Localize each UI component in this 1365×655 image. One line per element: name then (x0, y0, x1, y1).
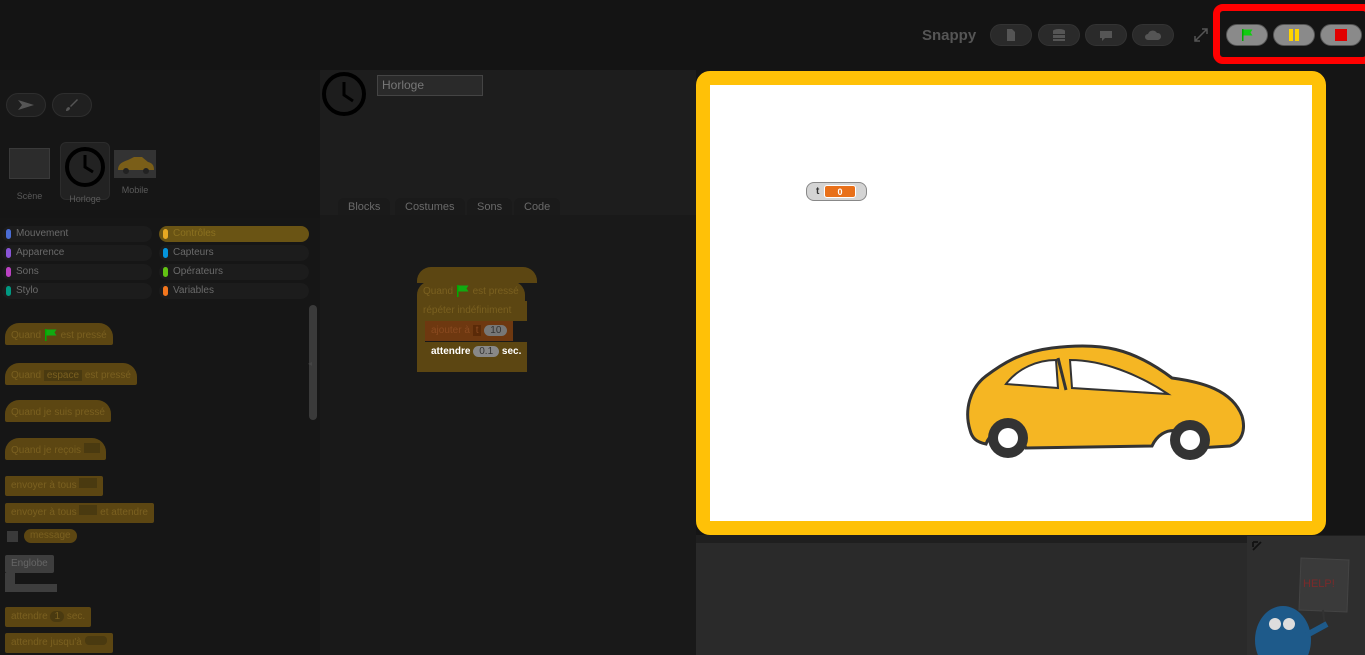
message-dropdown[interactable] (83, 443, 100, 453)
stop-icon (1335, 29, 1347, 41)
paint-tool-button[interactable] (52, 93, 92, 117)
sprite-name-field[interactable]: Horloge (377, 75, 483, 96)
corral-sprite-label: Mobile (121, 185, 149, 195)
help-mascot-icon (1255, 557, 1350, 655)
database-button[interactable] (1038, 24, 1080, 46)
corral-sprite-horloge[interactable]: Horloge (60, 142, 110, 204)
paintbrush-icon (66, 99, 78, 111)
script-block-wait[interactable]: attendre 0.1 sec. (425, 342, 528, 362)
palette-block-broadcast-wait[interactable]: envoyer à tous et attendre (5, 503, 154, 523)
tab-costumes[interactable]: Costumes (395, 198, 465, 216)
palette-block-broadcast[interactable]: envoyer à tous (5, 476, 104, 496)
script-block-when-flag[interactable]: Quand est pressé (417, 281, 525, 303)
palette-block-when-clicked[interactable]: Quand je suis pressé (5, 400, 111, 422)
corral-sprite-mobile[interactable]: Mobile (114, 150, 156, 195)
green-flag-button[interactable] (1226, 24, 1268, 46)
category-control[interactable]: Contrôles (159, 226, 309, 242)
category-motion[interactable]: Mouvement (2, 226, 152, 242)
fullscreen-icon (1194, 28, 1208, 42)
stop-button[interactable] (1320, 24, 1362, 46)
pause-icon (1289, 29, 1299, 41)
category-operators[interactable]: Opérateurs (159, 264, 309, 280)
palette-block-when-receive[interactable]: Quand je reçois (5, 438, 106, 460)
arrow-right-icon (18, 100, 34, 110)
script-block-forever[interactable]: répéter indéfiniment (417, 301, 527, 321)
speech-bubble-icon (1100, 31, 1112, 41)
message-dropdown[interactable] (79, 478, 98, 488)
tab-code[interactable]: Code (514, 198, 561, 216)
script-block-change-var[interactable]: ajouter à t 10 (425, 321, 514, 341)
pause-button[interactable] (1273, 24, 1315, 46)
corral-sprite-label: Horloge (69, 194, 101, 204)
variable-watcher-t[interactable]: t 0 (806, 182, 867, 201)
cloud-icon (1145, 30, 1162, 40)
palette-block-warp[interactable]: Englobe (5, 555, 54, 573)
file-icon (1007, 29, 1015, 41)
cloud-button[interactable] (1132, 24, 1174, 46)
tab-sounds[interactable]: Sons (467, 198, 513, 216)
category-variables[interactable]: Variables (159, 283, 309, 299)
palette-block-message[interactable]: message (24, 529, 77, 543)
green-flag-icon (456, 285, 469, 298)
green-flag-icon (44, 329, 57, 342)
palette-block-when-flag[interactable]: Quand est pressé (5, 323, 113, 345)
collapse-arrow-icon[interactable] (1251, 540, 1263, 552)
corral-stage-label: Scène (16, 191, 43, 201)
help-panel: HELP! (1247, 536, 1365, 655)
stage-thumbnail (9, 148, 50, 179)
database-icon (1053, 29, 1065, 41)
variable-checkbox[interactable] (7, 531, 18, 542)
palette-block-when-key[interactable]: Quand espace est pressé (5, 363, 137, 385)
message-dropdown[interactable] (79, 505, 98, 515)
category-pen[interactable]: Stylo (2, 283, 152, 299)
car-thumbnail-icon (114, 150, 156, 178)
split-handle[interactable]: ◂ (308, 359, 312, 368)
car-sprite[interactable] (962, 338, 1248, 466)
help-sign-label: HELP! (1303, 578, 1335, 590)
clock-icon (322, 72, 366, 116)
app-title: Snappy (922, 27, 977, 44)
clock-icon (65, 147, 105, 187)
arrow-tool-button[interactable] (6, 93, 46, 117)
palette-block-wait[interactable]: attendre 1 sec. (5, 607, 92, 627)
corral-stage[interactable]: Scène (9, 148, 50, 201)
category-sensing[interactable]: Capteurs (159, 245, 309, 261)
chat-button[interactable] (1085, 24, 1127, 46)
category-looks[interactable]: Apparence (2, 245, 152, 261)
tab-blocks[interactable]: Blocks (338, 198, 391, 216)
palette-block-wait-until[interactable]: attendre jusqu'à (5, 633, 113, 653)
category-sound[interactable]: Sons (2, 264, 152, 280)
key-dropdown[interactable]: espace (43, 370, 83, 381)
top-bar: Snappy (0, 0, 1365, 70)
project-menu-button[interactable] (990, 24, 1032, 46)
green-flag-icon (1242, 29, 1253, 41)
